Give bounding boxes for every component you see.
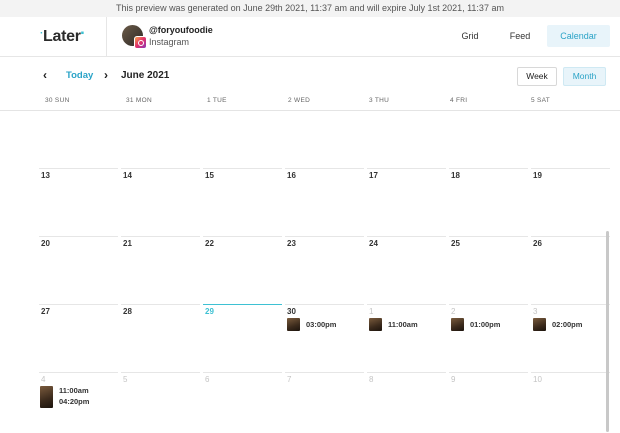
weekday-label: 5 SAT: [531, 97, 551, 104]
post-time[interactable]: 02:00pm: [552, 320, 582, 329]
post-thumbnail[interactable]: [369, 318, 382, 331]
day-cell[interactable]: 17: [367, 168, 446, 236]
post-time[interactable]: 04:20pm: [59, 397, 89, 406]
day-number: 19: [533, 171, 542, 180]
day-number: 30: [287, 307, 296, 316]
logo-text: Later: [43, 28, 81, 45]
tab-feed[interactable]: Feed: [503, 25, 537, 47]
day-number: 22: [205, 239, 214, 248]
day-cell[interactable]: 18: [449, 168, 528, 236]
day-number: 28: [123, 307, 132, 316]
day-cell[interactable]: 25: [449, 236, 528, 304]
instagram-icon: [134, 36, 147, 49]
day-number: 7: [287, 375, 292, 384]
day-cell[interactable]: 21: [121, 236, 200, 304]
day-number: 8: [369, 375, 374, 384]
day-cell-today[interactable]: 29: [203, 304, 282, 372]
day-cell[interactable]: 27: [39, 304, 118, 372]
day-cell[interactable]: 7: [285, 372, 364, 433]
day-cell[interactable]: 10: [531, 372, 610, 433]
post-time[interactable]: 11:00am: [388, 320, 418, 329]
post-time[interactable]: 11:00am: [59, 386, 89, 395]
weekday-label: 1 TUE: [207, 97, 227, 104]
day-number: 3: [533, 307, 538, 316]
day-cell[interactable]: 23: [285, 236, 364, 304]
chevron-left-icon[interactable]: ‹: [43, 68, 47, 82]
day-cell[interactable]: 2 01:00pm: [449, 304, 528, 372]
day-number: 10: [533, 375, 542, 384]
top-bar: ·Later▪ @foryoufoodie Instagram Grid Fee…: [0, 17, 620, 57]
day-number: 21: [123, 239, 132, 248]
post-thumbnail[interactable]: [451, 318, 464, 331]
scrollbar[interactable]: [606, 231, 609, 432]
chevron-right-icon[interactable]: ›: [104, 68, 108, 82]
day-cell[interactable]: 28: [121, 304, 200, 372]
account-network: Instagram: [149, 37, 190, 47]
tab-grid[interactable]: Grid: [454, 25, 486, 47]
logo-accent-icon: ▪: [80, 28, 85, 39]
day-number: 14: [123, 171, 132, 180]
day-cell[interactable]: 9: [449, 372, 528, 433]
weekday-header: 30 SUN 31 MON 1 TUE 2 WED 3 THU 4 FRI 5 …: [0, 94, 620, 111]
day-cell[interactable]: 5: [121, 372, 200, 433]
day-cell[interactable]: 8: [367, 372, 446, 433]
day-cell[interactable]: 4 11:00am 04:20pm: [39, 372, 118, 433]
day-number: 13: [41, 171, 50, 180]
day-number: 6: [205, 375, 210, 384]
account-handle[interactable]: @foryoufoodie: [149, 25, 213, 35]
day-cell[interactable]: 14: [121, 168, 200, 236]
day-cell[interactable]: 15: [203, 168, 282, 236]
weekday-label: 2 WED: [288, 97, 311, 104]
post-thumbnail[interactable]: [533, 318, 546, 331]
day-number: 25: [451, 239, 460, 248]
calendar-grid: 13 14 15 16 17 18 19 20 21 22 23 24 25 2…: [0, 111, 620, 432]
today-button[interactable]: Today: [66, 70, 93, 81]
week-view-button[interactable]: Week: [517, 67, 557, 86]
day-number: 26: [533, 239, 542, 248]
day-cell[interactable]: 13: [39, 168, 118, 236]
day-number: 18: [451, 171, 460, 180]
post-time[interactable]: 01:00pm: [470, 320, 500, 329]
day-number: 29: [205, 307, 214, 316]
calendar-toolbar: ‹ Today › June 2021 Week Month: [0, 56, 620, 94]
day-number: 16: [287, 171, 296, 180]
post-thumbnail[interactable]: [287, 318, 300, 331]
day-cell[interactable]: 24: [367, 236, 446, 304]
day-cell[interactable]: 16: [285, 168, 364, 236]
day-number: 9: [451, 375, 456, 384]
day-number: 17: [369, 171, 378, 180]
day-number: 4: [41, 375, 46, 384]
day-number: 20: [41, 239, 50, 248]
month-view-button[interactable]: Month: [563, 67, 606, 86]
day-number: 2: [451, 307, 456, 316]
day-cell[interactable]: 6: [203, 372, 282, 433]
day-number: 23: [287, 239, 296, 248]
day-number: 27: [41, 307, 50, 316]
day-number: 5: [123, 375, 128, 384]
day-cell[interactable]: 19: [531, 168, 610, 236]
month-title: June 2021: [121, 70, 170, 81]
day-cell[interactable]: 30 03:00pm: [285, 304, 364, 372]
day-cell[interactable]: 26: [531, 236, 610, 304]
weekday-label: 30 SUN: [45, 97, 70, 104]
day-number: 24: [369, 239, 378, 248]
day-cell[interactable]: 1 11:00am: [367, 304, 446, 372]
post-time[interactable]: 03:00pm: [306, 320, 336, 329]
day-number: 15: [205, 171, 214, 180]
weekday-label: 31 MON: [126, 97, 153, 104]
later-logo[interactable]: ·Later▪: [40, 28, 84, 46]
tab-calendar[interactable]: Calendar: [547, 25, 610, 47]
day-cell[interactable]: 22: [203, 236, 282, 304]
day-cell[interactable]: 20: [39, 236, 118, 304]
divider: [106, 17, 107, 56]
preview-banner: This preview was generated on June 29th …: [0, 0, 620, 18]
weekday-label: 3 THU: [369, 97, 390, 104]
day-number: 1: [369, 307, 374, 316]
day-cell[interactable]: 3 02:00pm: [531, 304, 610, 372]
weekday-label: 4 FRI: [450, 97, 468, 104]
post-thumbnail[interactable]: [40, 386, 53, 408]
